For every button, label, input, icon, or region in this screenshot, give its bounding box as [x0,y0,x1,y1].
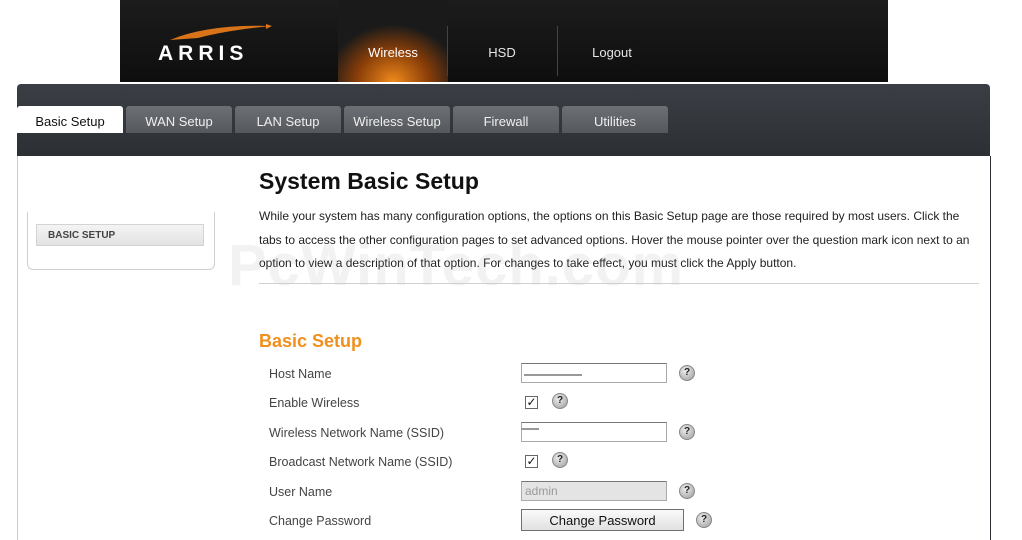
help-icon[interactable]: ? [552,452,568,468]
sidebar-item-basic-setup[interactable]: BASIC SETUP [36,224,204,246]
tab-utilities[interactable]: Utilities [562,106,668,133]
help-icon[interactable]: ? [552,393,568,409]
content-border-left [17,156,18,540]
host-name-input[interactable] [521,363,667,383]
tab-wan-setup[interactable]: WAN Setup [126,106,232,133]
help-icon[interactable]: ? [696,512,712,528]
broadcast-ssid-checkbox[interactable]: ✓ [525,455,538,468]
tab-bar: Basic Setup WAN Setup LAN Setup Wireless… [17,84,990,156]
enable-wireless-label: Enable Wireless [269,396,360,410]
redacted-mark [521,428,539,430]
nav-wireless[interactable]: Wireless [338,0,448,82]
help-icon[interactable]: ? [679,424,695,440]
ssid-label: Wireless Network Name (SSID) [269,426,445,440]
tab-firewall[interactable]: Firewall [453,106,559,133]
top-header: ARRIS Wireless HSD Logout [120,0,888,82]
user-name-label: User Name [269,485,333,499]
user-name-input [521,481,667,501]
tab-lan-setup[interactable]: LAN Setup [235,106,341,133]
tab-basic-setup[interactable]: Basic Setup [17,106,123,133]
host-name-label: Host Name [269,367,332,381]
arris-logo: ARRIS [158,24,272,66]
enable-wireless-checkbox[interactable]: ✓ [525,396,538,409]
ssid-input[interactable] [521,422,667,442]
change-password-label: Change Password [269,514,372,528]
watermark: PcWinTech.com [228,233,685,298]
tab-wireless-setup[interactable]: Wireless Setup [344,106,450,133]
broadcast-ssid-label: Broadcast Network Name (SSID) [269,455,453,469]
help-icon[interactable]: ? [679,365,695,381]
redacted-mark [524,374,582,376]
change-password-button[interactable]: Change Password [521,509,684,531]
section-title: Basic Setup [259,331,363,351]
content-border-right [990,156,991,540]
sidebar: BASIC SETUP [27,212,215,270]
page-title: System Basic Setup [259,168,479,194]
divider [259,283,979,284]
nav-hsd[interactable]: HSD [447,0,557,82]
help-icon[interactable]: ? [679,483,695,499]
nav-logout[interactable]: Logout [557,0,667,82]
logo-text: ARRIS [158,42,249,65]
